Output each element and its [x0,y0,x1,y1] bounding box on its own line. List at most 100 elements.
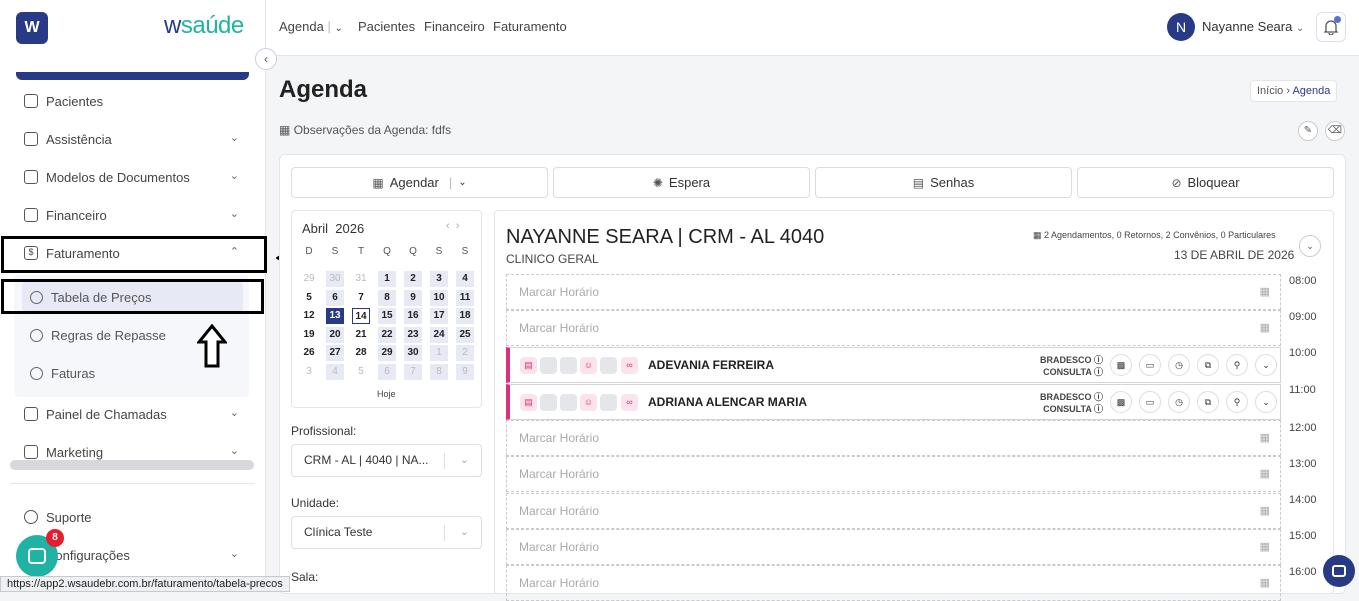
calendar-day[interactable]: 24 [430,326,448,343]
submenu-item-regras-repasse[interactable]: Regras de Repasse [30,323,166,347]
brand-name[interactable]: wsaúde [164,12,244,40]
chevron-left-icon[interactable]: ‹ [446,220,450,232]
profissional-select[interactable]: CRM - AL | 4040 | NA... ⌄ [291,444,482,477]
empty-slot[interactable]: Marcar Horário ▦ [506,529,1281,565]
monitor-icon[interactable]: ▭ [1139,354,1161,376]
senhas-button[interactable]: ▤ Senhas [815,167,1072,198]
empty-slot[interactable]: Marcar Horário ▦ [506,456,1281,492]
calendar-day[interactable]: 29 [378,345,396,361]
topnav-pacientes[interactable]: Pacientes [358,19,415,34]
calendar-day[interactable]: 1 [378,271,396,287]
calendar-day[interactable]: 14 [352,308,370,324]
calendar-day[interactable]: 5 [300,289,318,306]
empty-slot[interactable]: Marcar Horário ▦ [506,420,1281,456]
calendar-day[interactable]: 5 [352,363,370,380]
chevron-down-icon[interactable]: ⌄ [1255,354,1277,376]
topnav-financeiro[interactable]: Financeiro [424,19,485,34]
calendar-day[interactable]: 28 [352,345,370,361]
calendar-day[interactable]: 9 [456,363,474,380]
sidebar-item-label: Pacientes [46,93,104,109]
calendar-day[interactable]: 1 [430,345,448,361]
video-icon[interactable]: ▩ [1110,391,1132,413]
calendar-day[interactable]: 12 [300,308,318,324]
calendar-day[interactable]: 6 [378,363,396,380]
sidebar-item-modelos[interactable]: Modelos de Documentos ⌄ [24,165,244,189]
calendar-day[interactable]: 30 [326,271,344,287]
support-chat-button[interactable] [1323,555,1355,587]
calendar-day[interactable]: 29 [300,271,318,287]
calendar-day[interactable]: 8 [378,289,396,306]
calendar-day[interactable]: 13 [326,308,344,324]
calendar-day[interactable]: 9 [404,289,422,306]
empty-slot[interactable]: Marcar Horário ▦ [506,310,1281,346]
calendar-day[interactable]: 15 [378,308,396,324]
empty-slot[interactable]: Marcar Horário ▦ [506,493,1281,529]
calendar-day[interactable]: 4 [326,363,344,380]
calendar-day[interactable]: 3 [300,363,318,380]
user-menu[interactable]: Nayanne Seara ⌄ [1202,19,1304,34]
edit-button[interactable]: ✎ [1298,121,1318,141]
calendar-day[interactable]: 16 [404,308,422,324]
erase-button[interactable]: ⌫ [1325,121,1345,141]
calendar-day[interactable]: 21 [352,326,370,343]
sidebar-item-painel[interactable]: Painel de Chamadas ⌄ [24,402,244,426]
avatar[interactable]: N [1167,13,1195,41]
calendar-day[interactable]: 25 [456,326,474,343]
app-logo[interactable]: W [16,12,48,44]
calendar-day[interactable]: 2 [404,271,422,287]
calendar-day[interactable]: 30 [404,345,422,361]
empty-slot[interactable]: Marcar Horário ▦ [506,274,1281,310]
calendar-day[interactable]: 3 [430,271,448,287]
calendar-day[interactable]: 19 [300,326,318,343]
sidebar-collapse-button[interactable]: ‹ [255,48,277,70]
chevron-down-icon[interactable]: ⌄ [1255,391,1277,413]
search-icon[interactable]: ⚲ [1226,391,1248,413]
calendar-day[interactable]: 7 [352,289,370,306]
patient-name[interactable]: ADEVANIA FERREIRA [648,358,774,372]
sidebar-item-assistencia[interactable]: Assistência ⌄ [24,127,244,151]
expand-button[interactable]: ⌄ [1299,235,1321,257]
espera-button[interactable]: ✺ Espera [553,167,810,198]
topnav-faturamento[interactable]: Faturamento [493,19,567,34]
calendar-day[interactable]: 17 [430,308,448,324]
appointment-row[interactable]: ▤ ☺ ∞ ADEVANIA FERREIRA BRADESCO ⓘ CONSULTA ⓘ… [506,347,1281,383]
calendar-day[interactable]: 23 [404,326,422,343]
appointment-row[interactable]: ▤ ☺ ∞ ADRIANA ALENCAR MARIA BRADESCO ⓘ CONSUL… [506,384,1281,420]
submenu-item-faturas[interactable]: Faturas [30,361,95,385]
topnav-agenda[interactable]: Agenda | ⌄ [279,19,343,34]
monitor-icon[interactable]: ▭ [1139,391,1161,413]
calendar-day[interactable]: 26 [300,345,318,361]
sidebar-item-suporte[interactable]: Suporte [24,505,244,529]
calendar-day[interactable]: 6 [326,289,344,306]
sidebar-item-pacientes[interactable]: Pacientes [24,89,244,113]
agendar-button[interactable]: ▦ Agendar | ⌄ [291,167,548,198]
calendar-day[interactable]: 31 [352,271,370,287]
calendar-day[interactable]: 18 [456,308,474,324]
copy-icon[interactable]: ⧉ [1197,354,1219,376]
calendar-day[interactable]: 11 [456,289,474,306]
unidade-select[interactable]: Clínica Teste ⌄ [291,516,482,549]
empty-slot[interactable]: Marcar Horário ▦ [506,565,1281,601]
bloquear-button[interactable]: ⊘ Bloquear [1077,167,1334,198]
breadcrumb-home[interactable]: Início [1257,85,1283,97]
copy-icon[interactable]: ⧉ [1197,391,1219,413]
patient-name[interactable]: ADRIANA ALENCAR MARIA [648,395,807,409]
calendar-day[interactable]: 10 [430,289,448,306]
calendar-clock-icon[interactable]: ◷ [1168,354,1190,376]
calendar-day[interactable]: 7 [404,363,422,380]
sidebar-item-financeiro[interactable]: Financeiro ⌄ [24,203,244,227]
today-button[interactable]: Hoje [377,389,396,399]
appointment-type: CONSULTA [1043,404,1092,414]
video-icon[interactable]: ▩ [1110,354,1132,376]
calendar-day[interactable]: 27 [326,345,344,361]
sidebar-scrollbar[interactable] [10,460,254,470]
chevron-right-icon[interactable]: › [456,220,460,232]
calendar-day[interactable]: 4 [456,271,474,287]
calendar-day[interactable]: 20 [326,326,344,343]
search-icon[interactable]: ⚲ [1226,354,1248,376]
calendar-day[interactable]: 8 [430,363,448,380]
calendar-clock-icon[interactable]: ◷ [1168,391,1190,413]
notifications-button[interactable] [1316,12,1346,42]
calendar-day[interactable]: 22 [378,326,396,343]
calendar-day[interactable]: 2 [456,345,474,361]
